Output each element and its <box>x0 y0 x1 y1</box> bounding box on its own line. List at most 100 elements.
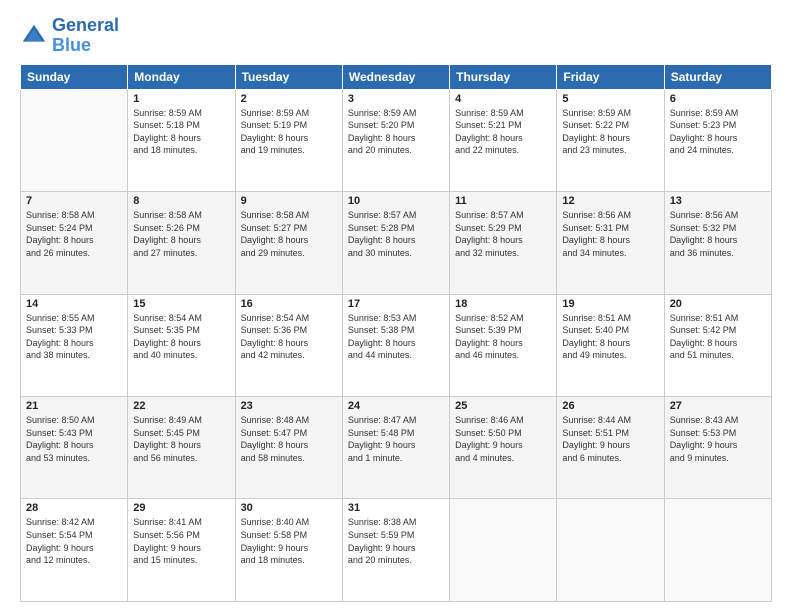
day-info: Sunrise: 8:42 AMSunset: 5:54 PMDaylight:… <box>26 516 122 566</box>
day-number: 19 <box>562 298 658 310</box>
day-number: 26 <box>562 400 658 412</box>
day-info: Sunrise: 8:47 AMSunset: 5:48 PMDaylight:… <box>348 414 444 464</box>
day-number: 9 <box>241 195 337 207</box>
calendar-cell: 7Sunrise: 8:58 AMSunset: 5:24 PMDaylight… <box>21 192 128 294</box>
day-number: 3 <box>348 93 444 105</box>
calendar-cell: 16 Sunrise: 8:54 AMSunset: 5:36 PMDayligh… <box>235 294 342 396</box>
week-row-2: 7Sunrise: 8:58 AMSunset: 5:24 PMDaylight… <box>21 192 772 294</box>
week-row-5: 28 Sunrise: 8:42 AMSunset: 5:54 PMDayligh… <box>21 499 772 602</box>
day-info: Sunrise: 8:59 AMSunset: 5:19 PMDaylight:… <box>241 107 337 157</box>
calendar-cell: 18Sunrise: 8:52 AMSunset: 5:39 PMDayligh… <box>450 294 557 396</box>
day-number: 5 <box>562 93 658 105</box>
header-wednesday: Wednesday <box>342 64 449 89</box>
header-monday: Monday <box>128 64 235 89</box>
day-info: Sunrise: 8:58 AMSunset: 5:26 PMDaylight:… <box>133 209 229 259</box>
day-number: 22 <box>133 400 229 412</box>
day-number: 14 <box>26 298 122 310</box>
day-info: Sunrise: 8:59 AMSunset: 5:22 PMDaylight:… <box>562 107 658 157</box>
week-row-3: 14 Sunrise: 8:55 AMSunset: 5:33 PMDayligh… <box>21 294 772 396</box>
calendar-cell: 14 Sunrise: 8:55 AMSunset: 5:33 PMDayligh… <box>21 294 128 396</box>
calendar-cell: 10 Sunrise: 8:57 AMSunset: 5:28 PMDayligh… <box>342 192 449 294</box>
day-info: Sunrise: 8:59 AMSunset: 5:21 PMDaylight:… <box>455 107 551 157</box>
day-info: Sunrise: 8:58 AMSunset: 5:27 PMDaylight:… <box>241 209 337 259</box>
calendar-cell: 21 Sunrise: 8:50 AMSunset: 5:43 PMDayligh… <box>21 397 128 499</box>
calendar-cell: 29 Sunrise: 8:41 AMSunset: 5:56 PMDayligh… <box>128 499 235 602</box>
day-info: Sunrise: 8:48 AMSunset: 5:47 PMDaylight:… <box>241 414 337 464</box>
day-info: Sunrise: 8:59 AMSunset: 5:23 PMDaylight:… <box>670 107 766 157</box>
header-friday: Friday <box>557 64 664 89</box>
day-number: 23 <box>241 400 337 412</box>
day-number: 12 <box>562 195 658 207</box>
day-info: Sunrise: 8:41 AMSunset: 5:56 PMDaylight:… <box>133 516 229 566</box>
day-info: Sunrise: 8:57 AMSunset: 5:28 PMDaylight:… <box>348 209 444 259</box>
calendar-cell: 6 Sunrise: 8:59 AMSunset: 5:23 PMDaylight… <box>664 89 771 191</box>
header: General Blue <box>20 16 772 56</box>
day-info: Sunrise: 8:57 AMSunset: 5:29 PMDaylight:… <box>455 209 551 259</box>
day-number: 24 <box>348 400 444 412</box>
calendar-cell: 25Sunrise: 8:46 AMSunset: 5:50 PMDayligh… <box>450 397 557 499</box>
day-info: Sunrise: 8:51 AMSunset: 5:40 PMDaylight:… <box>562 312 658 362</box>
day-info: Sunrise: 8:56 AMSunset: 5:32 PMDaylight:… <box>670 209 766 259</box>
day-info: Sunrise: 8:44 AMSunset: 5:51 PMDaylight:… <box>562 414 658 464</box>
header-tuesday: Tuesday <box>235 64 342 89</box>
day-number: 17 <box>348 298 444 310</box>
calendar-cell <box>21 89 128 191</box>
header-sunday: Sunday <box>21 64 128 89</box>
day-number: 1 <box>133 93 229 105</box>
day-number: 4 <box>455 93 551 105</box>
day-number: 18 <box>455 298 551 310</box>
logo-text: General Blue <box>52 16 119 56</box>
day-number: 8 <box>133 195 229 207</box>
calendar-cell <box>450 499 557 602</box>
calendar-cell: 1 Sunrise: 8:59 AMSunset: 5:18 PMDaylight… <box>128 89 235 191</box>
day-info: Sunrise: 8:59 AMSunset: 5:20 PMDaylight:… <box>348 107 444 157</box>
logo: General Blue <box>20 16 119 56</box>
calendar-cell: 19 Sunrise: 8:51 AMSunset: 5:40 PMDayligh… <box>557 294 664 396</box>
day-number: 25 <box>455 400 551 412</box>
day-number: 11 <box>455 195 551 207</box>
day-info: Sunrise: 8:54 AMSunset: 5:36 PMDaylight:… <box>241 312 337 362</box>
header-thursday: Thursday <box>450 64 557 89</box>
day-number: 29 <box>133 502 229 514</box>
calendar-cell: 20 Sunrise: 8:51 AMSunset: 5:42 PMDayligh… <box>664 294 771 396</box>
header-saturday: Saturday <box>664 64 771 89</box>
calendar-cell <box>557 499 664 602</box>
logo-icon <box>20 22 48 50</box>
week-row-1: 1 Sunrise: 8:59 AMSunset: 5:18 PMDaylight… <box>21 89 772 191</box>
day-info: Sunrise: 8:59 AMSunset: 5:18 PMDaylight:… <box>133 107 229 157</box>
calendar-cell: 12 Sunrise: 8:56 AMSunset: 5:31 PMDayligh… <box>557 192 664 294</box>
day-number: 10 <box>348 195 444 207</box>
calendar-cell: 22 Sunrise: 8:49 AMSunset: 5:45 PMDayligh… <box>128 397 235 499</box>
day-info: Sunrise: 8:51 AMSunset: 5:42 PMDaylight:… <box>670 312 766 362</box>
calendar-cell: 15 Sunrise: 8:54 AMSunset: 5:35 PMDayligh… <box>128 294 235 396</box>
day-info: Sunrise: 8:58 AMSunset: 5:24 PMDaylight:… <box>26 209 122 259</box>
day-info: Sunrise: 8:54 AMSunset: 5:35 PMDaylight:… <box>133 312 229 362</box>
day-number: 28 <box>26 502 122 514</box>
day-info: Sunrise: 8:50 AMSunset: 5:43 PMDaylight:… <box>26 414 122 464</box>
calendar-cell: 31Sunrise: 8:38 AMSunset: 5:59 PMDayligh… <box>342 499 449 602</box>
calendar-cell: 3 Sunrise: 8:59 AMSunset: 5:20 PMDaylight… <box>342 89 449 191</box>
calendar-cell: 13 Sunrise: 8:56 AMSunset: 5:32 PMDayligh… <box>664 192 771 294</box>
day-number: 20 <box>670 298 766 310</box>
day-info: Sunrise: 8:56 AMSunset: 5:31 PMDaylight:… <box>562 209 658 259</box>
day-number: 30 <box>241 502 337 514</box>
day-number: 15 <box>133 298 229 310</box>
day-info: Sunrise: 8:55 AMSunset: 5:33 PMDaylight:… <box>26 312 122 362</box>
calendar-cell: 30 Sunrise: 8:40 AMSunset: 5:58 PMDayligh… <box>235 499 342 602</box>
day-number: 21 <box>26 400 122 412</box>
day-info: Sunrise: 8:40 AMSunset: 5:58 PMDaylight:… <box>241 516 337 566</box>
calendar-cell: 2Sunrise: 8:59 AMSunset: 5:19 PMDaylight… <box>235 89 342 191</box>
week-row-4: 21 Sunrise: 8:50 AMSunset: 5:43 PMDayligh… <box>21 397 772 499</box>
day-number: 6 <box>670 93 766 105</box>
calendar-cell: 17 Sunrise: 8:53 AMSunset: 5:38 PMDayligh… <box>342 294 449 396</box>
calendar-cell <box>664 499 771 602</box>
day-info: Sunrise: 8:49 AMSunset: 5:45 PMDaylight:… <box>133 414 229 464</box>
day-number: 16 <box>241 298 337 310</box>
calendar-cell: 28 Sunrise: 8:42 AMSunset: 5:54 PMDayligh… <box>21 499 128 602</box>
calendar-cell: 9 Sunrise: 8:58 AMSunset: 5:27 PMDaylight… <box>235 192 342 294</box>
day-info: Sunrise: 8:43 AMSunset: 5:53 PMDaylight:… <box>670 414 766 464</box>
day-info: Sunrise: 8:53 AMSunset: 5:38 PMDaylight:… <box>348 312 444 362</box>
calendar-cell: 23 Sunrise: 8:48 AMSunset: 5:47 PMDayligh… <box>235 397 342 499</box>
day-number: 13 <box>670 195 766 207</box>
calendar-cell: 26 Sunrise: 8:44 AMSunset: 5:51 PMDayligh… <box>557 397 664 499</box>
